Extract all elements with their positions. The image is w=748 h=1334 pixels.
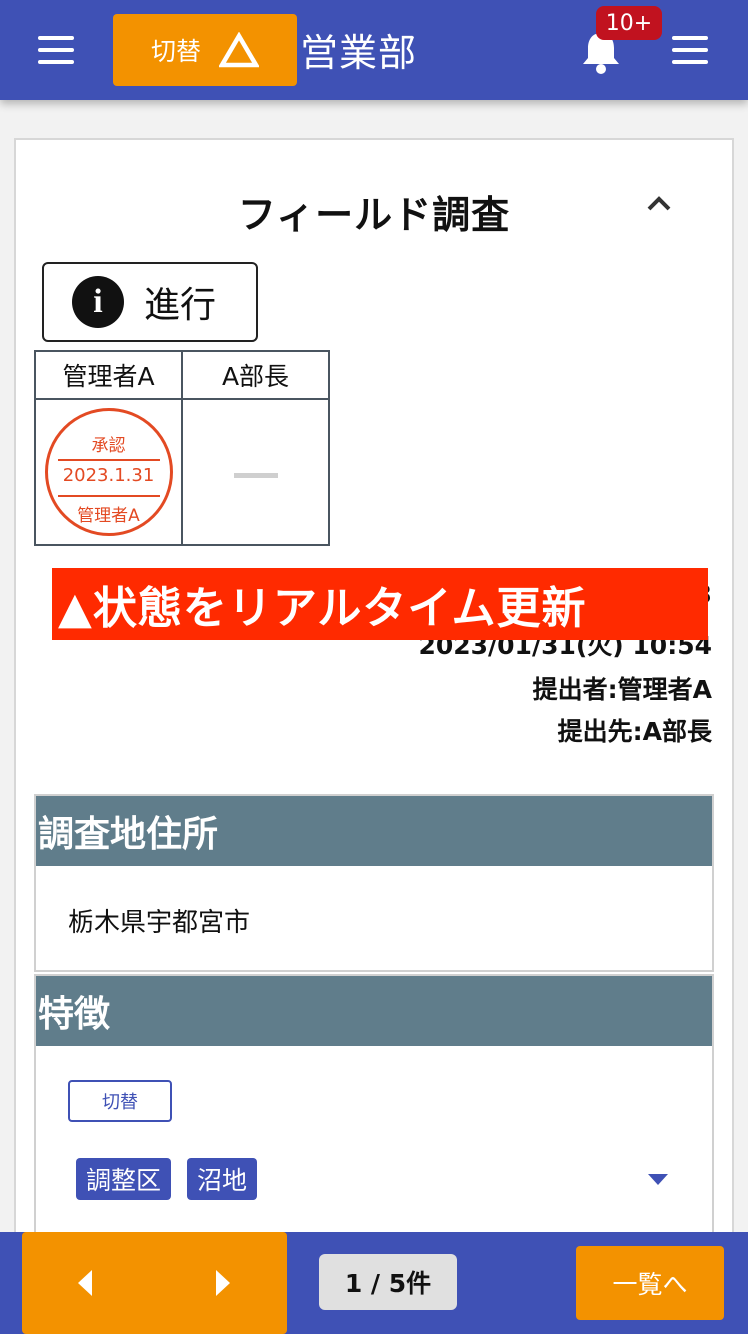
chevron-up-icon[interactable] bbox=[646, 196, 672, 212]
stamp-date: 2023.1.31 bbox=[62, 465, 155, 486]
approval-table: 管理者A A部長 承認 2023.1.31 管理者A bbox=[34, 350, 330, 546]
approver-header-2: A部長 bbox=[181, 350, 330, 400]
pending-dash bbox=[233, 472, 278, 478]
feature-tag[interactable]: 沼地 bbox=[187, 1158, 258, 1200]
features-section: 特徴 切替 調整区 沼地 bbox=[34, 974, 714, 1274]
approval-cell-1: 承認 2023.1.31 管理者A bbox=[34, 398, 183, 546]
warning-triangle-icon bbox=[219, 32, 259, 68]
info-icon: i bbox=[72, 276, 124, 328]
app-header: 切替 営業部 10+ bbox=[0, 0, 748, 100]
department-title: 営業部 bbox=[300, 31, 418, 75]
approval-stamp: 承認 2023.1.31 管理者A bbox=[44, 408, 173, 536]
approver-header-1: 管理者A bbox=[34, 350, 183, 400]
card-title: フィールド調査 bbox=[237, 193, 511, 237]
menu-icon[interactable] bbox=[38, 36, 74, 64]
footer-bar: 1 / 5件 一覧へ bbox=[0, 1232, 748, 1334]
switch-button-label: 切替 bbox=[150, 37, 201, 66]
address-heading: 調査地住所 bbox=[36, 796, 712, 866]
stamp-top: 承認 bbox=[91, 436, 126, 456]
address-value: 栃木県宇都宮市 bbox=[68, 908, 251, 938]
record-count: 1 / 5件 bbox=[319, 1254, 457, 1310]
stamp-bottom: 管理者A bbox=[77, 506, 140, 526]
list-button[interactable]: 一覧へ bbox=[576, 1246, 724, 1320]
options-menu-icon[interactable] bbox=[672, 36, 708, 64]
feature-tag[interactable]: 調整区 bbox=[76, 1158, 172, 1200]
pager bbox=[22, 1232, 287, 1334]
status-label: 進行 bbox=[144, 285, 217, 326]
dropdown-caret-icon[interactable] bbox=[648, 1174, 668, 1185]
report-card: フィールド調査 i 進行 管理者A A部長 承認 2023.1.31 管理者A bbox=[14, 138, 734, 1274]
features-switch-button[interactable]: 切替 bbox=[68, 1080, 172, 1122]
notification-badge: 10+ bbox=[596, 6, 662, 40]
recipient: 提出先:A部長 bbox=[557, 717, 712, 746]
features-heading: 特徴 bbox=[36, 976, 712, 1046]
feature-tags: 調整区 沼地 bbox=[76, 1158, 258, 1200]
submitter: 提出者:管理者A bbox=[532, 675, 712, 704]
prev-arrow-icon[interactable] bbox=[78, 1270, 92, 1296]
realtime-banner: ▲状態をリアルタイム更新 bbox=[52, 568, 708, 640]
switch-button[interactable]: 切替 bbox=[113, 14, 297, 86]
approval-cell-2 bbox=[181, 398, 330, 546]
address-section: 調査地住所 栃木県宇都宮市 bbox=[34, 794, 714, 972]
next-arrow-icon[interactable] bbox=[216, 1270, 230, 1296]
status-button[interactable]: i 進行 bbox=[42, 262, 258, 342]
